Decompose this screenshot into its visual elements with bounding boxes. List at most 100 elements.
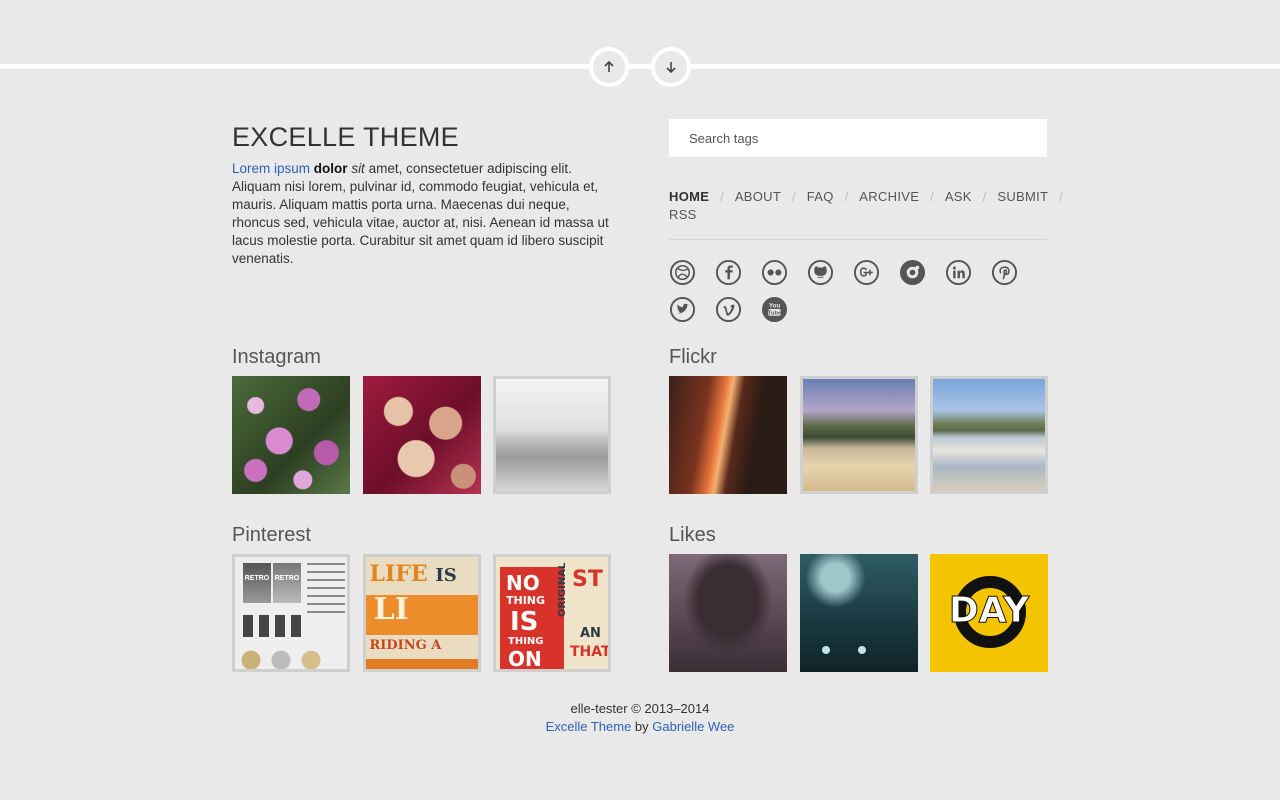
original-word-thing2: THING (508, 637, 544, 647)
retro-circles (241, 647, 341, 669)
original-word-is-text: IS (510, 607, 539, 637)
svg-text:You: You (769, 303, 781, 310)
footer-by: by (631, 719, 653, 734)
menu-separator: / (1059, 189, 1063, 204)
footer-copyright: elle-tester © 2013–2014 (570, 701, 710, 716)
lastfm-icon[interactable] (899, 259, 926, 286)
likes-grid: DAY (669, 554, 1061, 672)
arrow-down-icon (666, 62, 676, 73)
flickr-grid[interactable] (669, 376, 1061, 494)
original-word-that-text: THAT (570, 644, 611, 660)
description-bold: dolor (313, 161, 348, 176)
arrow-up-icon (604, 61, 614, 72)
likes-photo-tree[interactable] (669, 554, 787, 672)
life-word-1: LIFE (369, 561, 428, 587)
instagram-photo-red-flower[interactable] (362, 376, 481, 494)
search-input[interactable] (669, 119, 1047, 157)
original-word-st: ST (572, 569, 603, 591)
menu-faq[interactable]: FAQ (807, 189, 834, 204)
retro-badge-2-text: RETRO (274, 575, 300, 582)
flickr-photo-mountain-beach[interactable] (799, 376, 918, 494)
original-word-on-text: ON (508, 647, 542, 671)
svg-text:Tube: Tube (768, 310, 782, 316)
scroll-down-button[interactable] (651, 47, 691, 87)
likes-photo-underwater[interactable] (799, 554, 918, 672)
underwater-eye-left (821, 646, 830, 654)
twitter-icon[interactable] (669, 296, 696, 323)
social-links: You Tube (669, 259, 1047, 333)
retro-badge-1: RETRO (243, 563, 271, 603)
theme-link[interactable]: Excelle Theme (546, 719, 632, 734)
footer: elle-tester © 2013–2014 Excelle Theme by… (0, 700, 1280, 736)
instagram-photo-rainy-road[interactable] (493, 376, 611, 494)
footer-credits: Excelle Theme by Gabrielle Wee (0, 718, 1280, 736)
blog-description: Lorem ipsum dolor sit amet, consectetuer… (232, 160, 612, 268)
day-text-label: DAY (948, 590, 1030, 632)
original-word-an-text: AN (580, 626, 601, 641)
linkedin-icon[interactable] (945, 259, 972, 286)
blog-title: EXCELLE THEME (232, 122, 459, 152)
flickr-title: Flickr (669, 346, 717, 368)
life-word-2: IS (435, 565, 457, 586)
original-word-no-text: NO (506, 571, 540, 595)
original-word-original: ORIGINAL (557, 562, 568, 617)
menu-archive[interactable]: ARCHIVE (859, 189, 919, 204)
life-line-1: LIFE IS (370, 563, 457, 585)
google-plus-icon[interactable] (853, 259, 880, 286)
pinterest-pin-life-typography[interactable]: LIFE IS LI RIDING A (362, 554, 481, 672)
main-menu: HOME / ABOUT / FAQ / ARCHIVE / ASK / SUBMIT / RSS (669, 188, 1063, 224)
life-bottom-bar (365, 659, 478, 669)
life-word-3: LI (373, 592, 409, 627)
description-text: amet, consectetuer adipiscing elit. Aliq… (232, 161, 609, 266)
flickr-photo-waterfall[interactable] (669, 376, 787, 494)
instagram-grid (232, 376, 624, 494)
menu-separator: / (930, 189, 934, 204)
likes-title: Likes (669, 524, 716, 546)
menu-separator: / (792, 189, 796, 204)
original-word-is: IS (510, 609, 538, 635)
pinterest-title: Pinterest (232, 524, 311, 546)
retro-list-lines (307, 563, 345, 613)
original-word-an: AN (580, 627, 601, 640)
dribbble-icon[interactable] (669, 259, 696, 286)
original-word-thing2-text: THING (508, 636, 544, 647)
flickr-photo-pier[interactable] (930, 376, 1048, 494)
underwater-eye-right (857, 646, 866, 654)
original-word-thing-text: THING (506, 594, 546, 607)
menu-separator: / (844, 189, 849, 204)
github-icon[interactable] (807, 259, 834, 286)
original-word-no: NO (506, 573, 540, 593)
top-rule (0, 64, 1280, 69)
original-word-on: ON (508, 649, 542, 669)
menu-ask[interactable]: ASK (945, 189, 972, 204)
day-text: DAY (930, 590, 1048, 632)
pinterest-icon[interactable] (991, 259, 1018, 286)
likes-photo-day[interactable]: DAY (930, 554, 1048, 672)
flickr-icon[interactable] (761, 259, 788, 286)
life-line-4: RIDING A (370, 639, 442, 652)
menu-separator: / (720, 189, 724, 204)
pinterest-pin-nothing-original[interactable]: NO THING IS THING ON ORIGINAL ST AN THAT (493, 554, 611, 672)
pinterest-pin-retro-badges[interactable]: RETRO RETRO (232, 554, 350, 672)
author-link[interactable]: Gabrielle Wee (652, 719, 734, 734)
pinterest-grid: RETRO RETRO LIFE IS LI RIDING A NO THING… (232, 554, 624, 672)
youtube-icon[interactable]: You Tube (761, 296, 788, 323)
original-word-that: THAT (570, 644, 611, 660)
menu-submit[interactable]: SUBMIT (997, 189, 1048, 204)
original-word-thing: THING (506, 595, 545, 606)
instagram-photo-pink-flowers[interactable] (232, 376, 350, 494)
description-link[interactable]: Lorem ipsum (232, 161, 310, 176)
description-italic: sit (351, 161, 365, 176)
menu-home[interactable]: HOME (669, 189, 709, 204)
vimeo-icon[interactable] (715, 296, 742, 323)
retro-badge-2: RETRO (273, 563, 301, 603)
menu-divider (669, 239, 1047, 240)
scroll-up-button[interactable] (589, 47, 629, 87)
instagram-title: Instagram (232, 346, 321, 368)
menu-separator: / (982, 189, 987, 204)
menu-rss[interactable]: RSS (669, 207, 697, 222)
original-word-original-text: ORIGINAL (557, 562, 568, 617)
retro-shapes (243, 615, 303, 637)
facebook-icon[interactable] (715, 259, 742, 286)
menu-about[interactable]: ABOUT (735, 189, 781, 204)
